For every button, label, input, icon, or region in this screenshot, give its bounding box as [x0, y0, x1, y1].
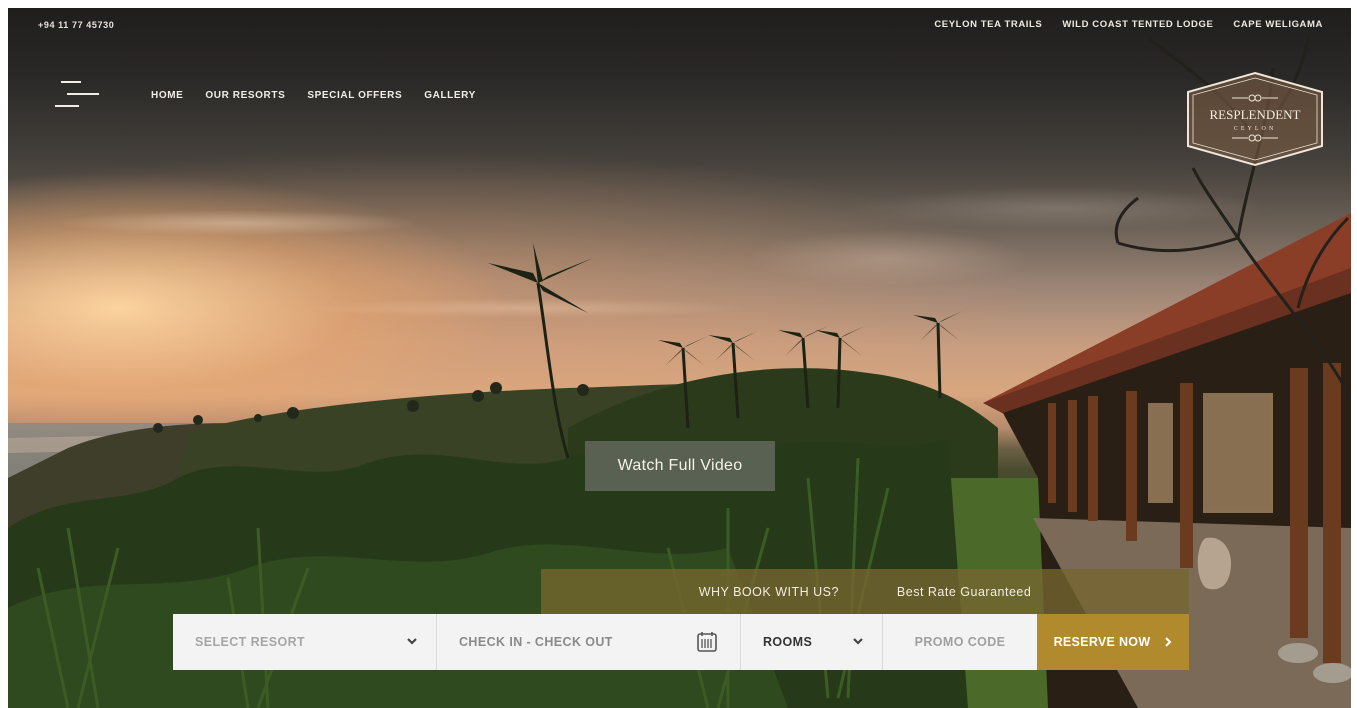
nav-gallery[interactable]: GALLERY	[424, 90, 476, 101]
reserve-now-button[interactable]: RESERVE NOW	[1037, 614, 1189, 670]
logo-sub: CEYLON	[1234, 126, 1276, 132]
select-resort-label: SELECT RESORT	[195, 635, 306, 649]
check-in-check-out-field[interactable]: CHECK IN - CHECK OUT	[437, 614, 741, 670]
hero-section: +94 11 77 45730 CEYLON TEA TRAILS WILD C…	[8, 8, 1351, 708]
chevron-right-icon	[1165, 637, 1172, 647]
main-nav: HOME OUR RESORTS SPECIAL OFFERS GALLERY	[151, 90, 476, 101]
select-resort-dropdown[interactable]: SELECT RESORT	[173, 614, 437, 670]
date-range-label: CHECK IN - CHECK OUT	[459, 635, 613, 649]
nav-home[interactable]: HOME	[151, 90, 183, 101]
property-links: CEYLON TEA TRAILS WILD COAST TENTED LODG…	[934, 19, 1323, 30]
booking-promo-bar: WHY BOOK WITH US? Best Rate Guaranteed	[541, 569, 1189, 614]
best-rate-text: Best Rate Guaranteed	[896, 584, 1032, 599]
link-cape-weligama[interactable]: CAPE WELIGAMA	[1233, 19, 1323, 30]
why-book-link[interactable]: WHY BOOK WITH US?	[699, 585, 839, 599]
link-wild-coast-tented-lodge[interactable]: WILD COAST TENTED LODGE	[1062, 19, 1213, 30]
rooms-dropdown[interactable]: ROOMS	[741, 614, 883, 670]
resplendent-ceylon-logo[interactable]: RESPLENDENT CEYLON	[1182, 70, 1328, 168]
hamburger-menu-icon[interactable]	[55, 81, 99, 109]
phone-number[interactable]: +94 11 77 45730	[38, 20, 114, 30]
reserve-now-label: RESERVE NOW	[1053, 635, 1151, 649]
promo-code-placeholder: PROMO CODE	[914, 635, 1006, 649]
nav-special-offers[interactable]: SPECIAL OFFERS	[307, 90, 402, 101]
booking-form: SELECT RESORT CHECK IN - CHECK OUT ROOMS…	[173, 614, 1189, 670]
calendar-icon[interactable]	[696, 631, 718, 653]
promo-code-input[interactable]: PROMO CODE	[883, 614, 1037, 670]
logo-badge: RESPLENDENT CEYLON	[1187, 71, 1323, 167]
link-ceylon-tea-trails[interactable]: CEYLON TEA TRAILS	[934, 19, 1042, 30]
chevron-down-icon	[407, 638, 417, 645]
logo-name: RESPLENDENT	[1210, 107, 1301, 122]
nav-our-resorts[interactable]: OUR RESORTS	[205, 90, 285, 101]
top-bar: +94 11 77 45730 CEYLON TEA TRAILS WILD C…	[8, 8, 1351, 42]
chevron-down-icon	[853, 638, 863, 645]
rooms-label: ROOMS	[763, 635, 813, 649]
watch-video-button[interactable]: Watch Full Video	[585, 441, 775, 491]
